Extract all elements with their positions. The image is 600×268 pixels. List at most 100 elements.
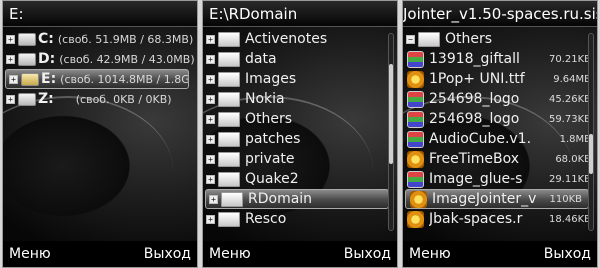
- folder-item[interactable]: + private: [203, 149, 397, 169]
- drive-list: + C: (своб. 51.9MB / 68.3MB) + D: (своб.…: [3, 29, 197, 109]
- file-item[interactable]: FreeTimeBox 68.0KB: [403, 149, 597, 169]
- menu-softkey[interactable]: Меню: [209, 241, 251, 267]
- drive-item-z[interactable]: + Z: (своб. 0KB / 0KB): [3, 89, 197, 109]
- expand-icon[interactable]: +: [206, 154, 215, 164]
- picture-icon: [407, 170, 424, 188]
- file-name: Jbak-spaces.r: [429, 211, 523, 227]
- folder-icon: [218, 91, 240, 107]
- drive-letter: C:: [38, 31, 54, 47]
- expand-icon[interactable]: +: [206, 174, 215, 184]
- exit-softkey[interactable]: Выход: [344, 241, 391, 267]
- softkey-bar: Меню Выход: [403, 241, 597, 267]
- file-item[interactable]: 13918_giftall 70.21KB: [403, 49, 597, 69]
- drive-letter: Z:: [38, 91, 54, 107]
- drive-letter: D:: [38, 51, 56, 67]
- expand-icon[interactable]: +: [206, 94, 215, 104]
- gear-icon: [410, 190, 427, 208]
- scrollbar-thumb[interactable]: [589, 134, 593, 174]
- folder-item[interactable]: + Activenotes: [203, 29, 397, 49]
- file-item-selected[interactable]: ImageJointer_v 110KB: [405, 189, 589, 209]
- folder-name: Others: [445, 31, 493, 47]
- drive-item-e[interactable]: + E: (своб. 1014.8MB / 1.8GB): [5, 69, 189, 89]
- folder-header[interactable]: − Others: [403, 29, 597, 49]
- file-item[interactable]: Image_glue-s 29.11KB: [403, 169, 597, 189]
- expand-icon[interactable]: +: [206, 54, 215, 64]
- folder-icon: [218, 71, 240, 87]
- file-name: Image_glue-s: [429, 171, 523, 187]
- folder-item[interactable]: + Quake2: [203, 169, 397, 189]
- file-item[interactable]: 1Pop+ UNI.ttf 9.64MB: [403, 69, 597, 89]
- folder-name: private: [245, 151, 295, 167]
- expand-icon[interactable]: +: [9, 74, 18, 84]
- drive-item-c[interactable]: + C: (своб. 51.9MB / 68.3MB): [3, 29, 197, 49]
- expand-icon[interactable]: +: [6, 54, 15, 64]
- file-item[interactable]: AudioCube.v1. 1.8MB: [403, 129, 597, 149]
- menu-softkey[interactable]: Меню: [9, 241, 51, 267]
- folder-icon: [218, 211, 240, 227]
- file-item[interactable]: 254698_logo 45.26KB: [403, 89, 597, 109]
- folder-icon: [218, 131, 240, 147]
- expand-icon[interactable]: +: [206, 214, 215, 224]
- expand-icon[interactable]: +: [209, 194, 218, 204]
- drive-icon: [18, 32, 36, 46]
- file-list-screen: Jointer_v1.50-spaces.ru.sisx − Others 13…: [402, 0, 598, 268]
- file-item[interactable]: Jbak-spaces.r 18.46KB: [403, 209, 597, 229]
- drive-item-d[interactable]: + D: (своб. 42.9MB / 43.0MB): [3, 49, 197, 69]
- scrollbar[interactable]: [388, 33, 394, 231]
- folder-icon: [221, 191, 243, 207]
- planet-wallpaper: [3, 96, 173, 246]
- expand-icon[interactable]: +: [206, 74, 215, 84]
- folder-name: Images: [245, 71, 297, 87]
- folder-icon: [218, 151, 240, 167]
- exit-softkey[interactable]: Выход: [144, 241, 191, 267]
- folder-item-selected[interactable]: + RDomain: [205, 189, 389, 209]
- window-title: E:\RDomain: [203, 1, 397, 27]
- expand-icon[interactable]: +: [6, 34, 15, 44]
- folder-item[interactable]: + Nokia: [203, 89, 397, 109]
- folder-item[interactable]: + Resco: [203, 209, 397, 229]
- file-name: FreeTimeBox: [429, 151, 519, 167]
- drive-free-space: (своб. 0KB / 0KB): [75, 92, 172, 106]
- folder-item[interactable]: + Images: [203, 69, 397, 89]
- folder-icon: [218, 111, 240, 127]
- expand-icon[interactable]: +: [206, 114, 215, 124]
- drive-free-space: (своб. 51.9MB / 68.3MB): [57, 32, 194, 46]
- drive-list-screen: E: + C: (своб. 51.9MB / 68.3MB) + D: (св…: [2, 0, 198, 268]
- softkey-bar: Меню Выход: [203, 241, 397, 267]
- drive-icon: [18, 52, 36, 66]
- collapse-icon[interactable]: −: [406, 34, 415, 44]
- menu-softkey[interactable]: Меню: [409, 241, 451, 267]
- folder-item[interactable]: + patches: [203, 129, 397, 149]
- drive-icon: [18, 92, 36, 106]
- file-list: − Others 13918_giftall 70.21KB 1Pop+ UNI…: [403, 29, 597, 229]
- file-item[interactable]: 254698_logo 59.73KB: [403, 109, 597, 129]
- file-name: AudioCube.v1.: [429, 131, 532, 147]
- picture-icon: [407, 90, 424, 108]
- drive-free-space: (своб. 1014.8MB / 1.8GB): [60, 72, 189, 86]
- folder-name: Quake2: [245, 171, 299, 187]
- expand-icon[interactable]: +: [6, 94, 15, 104]
- folder-name: patches: [245, 131, 301, 147]
- folder-name: Resco: [245, 211, 287, 227]
- folder-icon: [218, 171, 240, 187]
- gear-icon: [407, 70, 424, 88]
- gear-icon: [407, 150, 424, 168]
- folder-icon: [218, 31, 240, 47]
- file-name: 254698_logo: [429, 91, 520, 107]
- folder-item[interactable]: + Others: [203, 109, 397, 129]
- softkey-bar: Меню Выход: [3, 241, 197, 267]
- folder-list-screen: E:\RDomain + Activenotes + data + Images…: [202, 0, 398, 268]
- folder-icon: [218, 51, 240, 67]
- scrollbar[interactable]: [588, 33, 594, 231]
- drive-icon: [21, 72, 39, 86]
- folder-name: Activenotes: [245, 31, 328, 47]
- expand-icon[interactable]: +: [206, 34, 215, 44]
- window-title: Jointer_v1.50-spaces.ru.sisx: [403, 1, 597, 27]
- folder-item[interactable]: + data: [203, 49, 397, 69]
- drive-free-space: (своб. 42.9MB / 43.0MB): [59, 52, 195, 66]
- gear-icon: [407, 210, 424, 228]
- exit-softkey[interactable]: Выход: [544, 241, 591, 267]
- picture-icon: [407, 50, 424, 68]
- expand-icon[interactable]: +: [206, 134, 215, 144]
- scrollbar-thumb[interactable]: [389, 64, 393, 164]
